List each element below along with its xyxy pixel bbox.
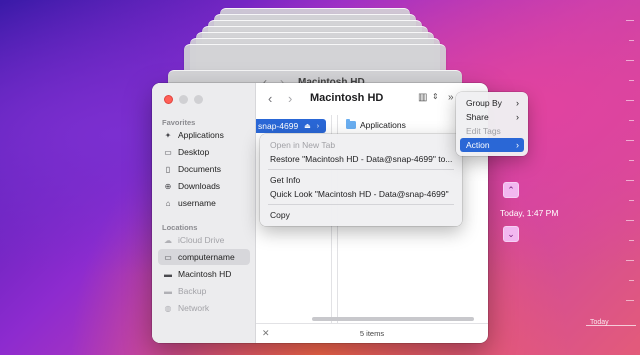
applications-icon: ✦ [164, 130, 172, 140]
folder-icon [346, 119, 356, 129]
sidebar-item-macintosh-hd[interactable]: ▬ Macintosh HD [158, 266, 250, 282]
zoom-button[interactable] [194, 95, 203, 104]
sidebar-item-label: Backup [178, 286, 207, 296]
network-icon: ◍ [164, 303, 172, 313]
eject-icon[interactable]: ⏏ [304, 122, 311, 130]
close-button[interactable] [164, 95, 173, 104]
snapshot-context-menu: Open in New Tab Restore "Macintosh HD - … [260, 134, 462, 226]
menu-item-edit-tags[interactable]: Edit Tags [460, 124, 524, 138]
sidebar: Favorites ✦ Applications ▭ Desktop ▯ Doc… [152, 83, 256, 343]
sidebar-item-network[interactable]: ◍ Network [158, 300, 250, 316]
submenu-arrow-icon: › [516, 140, 519, 150]
timeline-ruler[interactable] [612, 0, 638, 355]
sidebar-item-icloud-drive[interactable]: ☁ iCloud Drive [158, 232, 250, 248]
minimize-button[interactable] [179, 95, 188, 104]
disk-icon: ▬ [164, 286, 172, 296]
menu-item-share[interactable]: Share › [460, 110, 524, 124]
sidebar-item-label: Network [178, 303, 210, 313]
back-icon[interactable]: ‹ [268, 91, 272, 106]
close-icon[interactable]: ✕ [262, 328, 270, 339]
menu-item-copy[interactable]: Copy [264, 208, 458, 222]
snapshot-time: Today, 1:47 PM [500, 208, 559, 218]
locations-header: Locations [162, 223, 198, 232]
chevron-up-icon: ⌃ [507, 184, 515, 195]
computer-icon: ▭ [164, 252, 172, 262]
sidebar-item-label: computername [178, 252, 235, 262]
snapshot-name: snap-4699 [258, 121, 299, 131]
item-count: 5 items [359, 329, 385, 338]
timeline-down-button[interactable]: ⌄ [503, 226, 519, 242]
status-bar: ✕ 5 items [256, 323, 488, 343]
timeline-today-marker [586, 325, 636, 326]
menu-item-open-in-new-tab[interactable]: Open in New Tab [264, 138, 458, 152]
toolbar: ‹ › Macintosh HD ▥ ⇕ » [256, 83, 488, 115]
sidebar-item-computername[interactable]: ▭ computername [158, 249, 250, 265]
file-label: Applications [360, 120, 406, 130]
disk-icon: ▬ [164, 269, 172, 279]
menu-separator [268, 204, 454, 205]
sidebar-item-desktop[interactable]: ▭ Desktop [158, 144, 250, 160]
sidebar-item-applications[interactable]: ✦ Applications [158, 127, 250, 143]
selected-snapshot-row[interactable]: snap-4699 ⏏ › [256, 119, 326, 133]
sidebar-item-label: Downloads [178, 181, 221, 191]
cloud-icon: ☁ [164, 235, 172, 245]
view-options-chevron-icon[interactable]: ⇕ [432, 92, 439, 101]
window-title: Macintosh HD [310, 92, 384, 104]
view-columns-icon[interactable]: ▥ [418, 92, 427, 103]
sidebar-item-username[interactable]: ⌂ username [158, 195, 250, 211]
sidebar-item-label: Applications [178, 130, 224, 140]
sidebar-item-label: Documents [178, 164, 221, 174]
menu-item-get-info[interactable]: Get Info [264, 173, 458, 187]
desktop-icon: ▭ [164, 147, 172, 157]
sidebar-item-label: Desktop [178, 147, 210, 157]
menu-item-group-by[interactable]: Group By › [460, 96, 524, 110]
favorites-header: Favorites [162, 118, 196, 127]
timeline-up-button[interactable]: ⌃ [503, 182, 519, 198]
toolbar-overflow-menu: Group By › Share › Edit Tags Action › [456, 92, 528, 156]
sidebar-item-label: Macintosh HD [178, 269, 232, 279]
document-icon: ▯ [165, 164, 171, 174]
window-controls [164, 95, 203, 104]
home-icon: ⌂ [165, 198, 171, 208]
menu-separator [268, 169, 454, 170]
menu-item-restore[interactable]: Restore "Macintosh HD - Data@snap-4699" … [264, 152, 458, 166]
menu-label: Share [466, 112, 489, 122]
horizontal-scrollbar[interactable] [312, 317, 474, 321]
sidebar-item-label: username [178, 198, 216, 208]
menu-label: Group By [466, 98, 502, 108]
sidebar-item-documents[interactable]: ▯ Documents [158, 161, 250, 177]
submenu-arrow-icon: › [516, 98, 519, 108]
downloads-icon: ⊕ [164, 181, 172, 191]
menu-item-action[interactable]: Action › [460, 138, 524, 152]
menu-label: Action [466, 140, 490, 150]
chevron-down-icon: ⌄ [507, 228, 515, 239]
submenu-arrow-icon: › [516, 112, 519, 122]
sidebar-item-label: iCloud Drive [178, 235, 225, 245]
menu-item-quick-look[interactable]: Quick Look "Macintosh HD - Data@snap-469… [264, 187, 458, 201]
forward-icon[interactable]: › [288, 91, 292, 106]
more-toolbar-icon[interactable]: » [448, 92, 454, 103]
list-item[interactable]: Applications [346, 119, 406, 130]
sidebar-item-backup[interactable]: ▬ Backup [158, 283, 250, 299]
chevron-right-icon: › [316, 122, 320, 130]
sidebar-item-downloads[interactable]: ⊕ Downloads [158, 178, 250, 194]
